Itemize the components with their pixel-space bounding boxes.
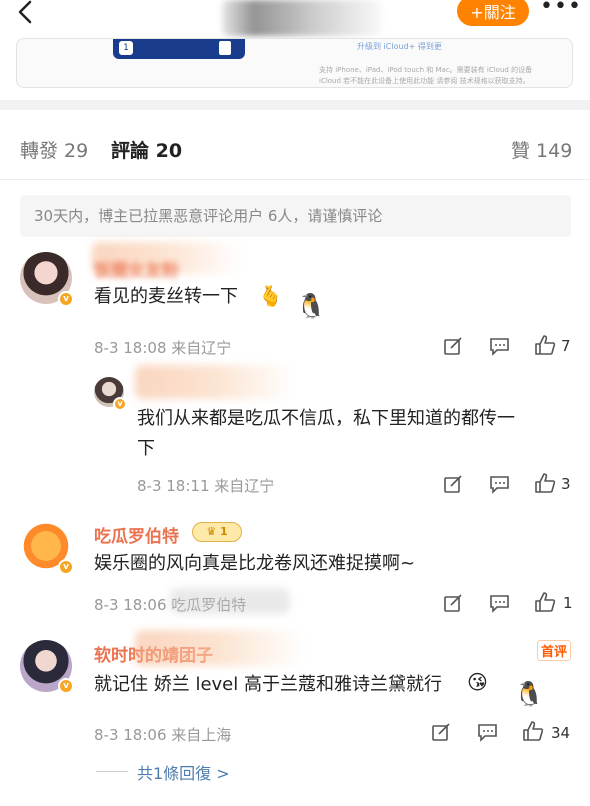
verified-badge-icon: v xyxy=(113,397,127,411)
card-caption-top: 升级到 iCloud+ 得到更 xyxy=(357,42,442,51)
blurred-meta-patch xyxy=(170,588,290,614)
reply-icon[interactable] xyxy=(489,474,511,496)
comment-text-line1: 我们从来都是吃瓜不信瓜，私下里知道的都传一 xyxy=(137,408,515,429)
tab-comment[interactable]: 評論 20 xyxy=(111,136,182,163)
comment-meta: 8-3 18:08 来自辽宁 xyxy=(94,339,232,357)
comment-text-line2: 下 xyxy=(137,438,155,459)
comment-meta: 8-3 18:11 来自辽宁 xyxy=(137,477,275,495)
like-thumb-icon[interactable] xyxy=(534,334,556,356)
more-options-icon[interactable]: ••• xyxy=(540,0,581,20)
like-thumb-icon[interactable] xyxy=(522,720,544,742)
reply-icon[interactable] xyxy=(489,593,511,615)
shared-content-card[interactable]: 1 升级到 iCloud+ 得到更 支持 iPhone、iPad、iPod to… xyxy=(16,38,573,88)
comment-text: 就记住 娇兰 level 高于兰蔻和雅诗兰黛就行 xyxy=(94,674,442,695)
card-caption-body: 支持 iPhone、iPad、iPod touch 和 Mac。需要装有 iCl… xyxy=(319,66,533,85)
tab-like[interactable]: 贊 149 xyxy=(511,136,572,163)
like-count: 7 xyxy=(561,337,571,355)
verified-badge-icon: v xyxy=(58,678,74,694)
tab-bar: 轉發 29 評論 20 贊 149 xyxy=(0,110,590,180)
blurred-username-patch xyxy=(135,630,305,666)
crown-icon: ♛ xyxy=(206,525,217,538)
blurred-author-info xyxy=(222,0,382,36)
card-image-badge: 1 xyxy=(119,41,133,55)
verified-badge-icon: v xyxy=(58,559,74,575)
tab-repost[interactable]: 轉發 29 xyxy=(20,136,88,163)
repost-icon[interactable] xyxy=(431,722,453,744)
blurred-username-patch xyxy=(135,365,295,399)
back-arrow-icon[interactable] xyxy=(12,0,40,28)
comment-username[interactable]: 饭圈女友粉 xyxy=(94,256,179,281)
verified-badge-icon: v xyxy=(58,291,74,307)
reply-icon[interactable] xyxy=(477,722,499,744)
finger-heart-emoji-icon: 🫰 xyxy=(258,284,283,308)
reply-icon[interactable] xyxy=(489,336,511,358)
repost-icon[interactable] xyxy=(443,474,465,496)
like-thumb-icon[interactable] xyxy=(534,472,556,494)
cartoon-sticker-icon: 🐧 xyxy=(296,292,326,320)
like-count: 1 xyxy=(563,594,573,612)
first-comment-tag: 首评 xyxy=(537,640,572,661)
like-thumb-icon[interactable] xyxy=(534,591,556,613)
comment-text: 娱乐圈的风向真是比龙卷风还难捉摸啊~ xyxy=(94,553,416,574)
follow-button[interactable]: +關注 xyxy=(457,0,529,26)
top-bar: +關注 ••• xyxy=(0,0,590,40)
repost-icon[interactable] xyxy=(443,336,465,358)
member-level-badge: ♛ 1 xyxy=(192,522,242,542)
card-image-badge-secondary xyxy=(219,41,231,55)
section-divider xyxy=(0,100,590,110)
view-replies-link[interactable]: 共1條回復 > xyxy=(137,760,230,784)
repost-icon[interactable] xyxy=(443,593,465,615)
like-count: 3 xyxy=(561,475,571,493)
card-image: 1 xyxy=(113,39,245,59)
blocked-users-notice: 30天内，博主已拉黑恶意评论用户 6人，请谨慎评论 xyxy=(20,195,571,237)
kiss-face-emoji-icon: 😘 xyxy=(467,670,488,694)
comment-username[interactable]: 吃瓜罗伯特 xyxy=(94,522,179,547)
member-level-number: 1 xyxy=(220,525,228,538)
like-count: 34 xyxy=(551,724,571,742)
reply-thread-line xyxy=(96,771,128,772)
comment-meta: 8-3 18:06 来自上海 xyxy=(94,726,232,744)
comment-text: 看见的麦丝转一下 xyxy=(94,286,238,307)
cartoon-sticker-icon: 🐧 xyxy=(514,680,544,708)
